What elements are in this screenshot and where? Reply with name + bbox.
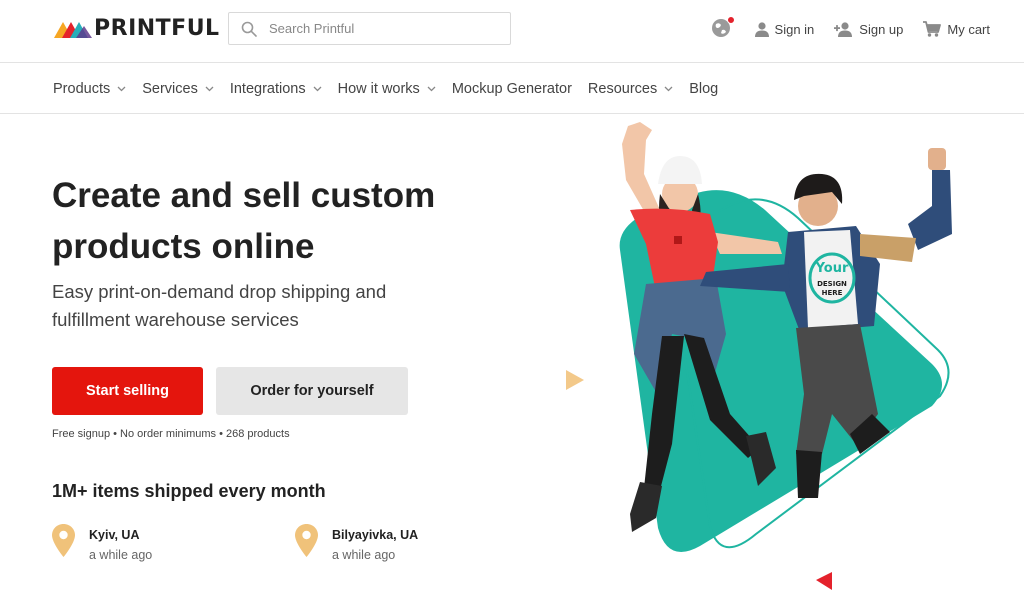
start-selling-button[interactable]: Start selling (52, 367, 203, 415)
location-name: Bilyayivka, UA (332, 528, 419, 542)
nav-blog-label: Blog (689, 81, 719, 97)
nav-products-label: Products (53, 81, 111, 97)
sign-up-link[interactable]: Sign up (834, 22, 903, 37)
location-time: a while ago (332, 548, 396, 562)
chevron-down-icon (117, 86, 126, 92)
user-icon (754, 21, 769, 37)
nav-products[interactable]: Products (53, 81, 126, 97)
map-pin-icon (295, 524, 318, 557)
nav-integrations[interactable]: Integrations (230, 81, 322, 97)
signup-note: Free signup • No order minimums • 268 pr… (52, 428, 290, 440)
nav-resources[interactable]: Resources (588, 81, 673, 97)
account-actions: Sign in Sign up My cart (711, 16, 990, 41)
decor-triangle-red (816, 572, 832, 590)
nav-mockup-generator-label: Mockup Generator (451, 81, 572, 97)
decor-triangle-yellow (566, 370, 584, 390)
location-time: a while ago (89, 548, 153, 562)
location-name: Kyiv, UA (89, 528, 140, 542)
nav-blog[interactable]: Blog (689, 81, 718, 97)
recent-order-location: Bilyayivka, UA a while ago (295, 524, 418, 564)
nav-mockup-generator[interactable]: Mockup Generator (452, 81, 572, 97)
chevron-down-icon (427, 86, 436, 92)
nav-resources-label: Resources (587, 81, 658, 97)
recent-order-location: Kyiv, UA a while ago (52, 524, 152, 564)
nav-services-label: Services (142, 81, 198, 97)
shirt-print-your: Your (815, 261, 849, 276)
chevron-down-icon (664, 86, 673, 92)
chevron-down-icon (313, 86, 322, 92)
search-input[interactable] (269, 21, 499, 36)
hero-subtitle: Easy print-on-demand drop shipping and f… (52, 281, 387, 330)
cart-link[interactable]: My cart (923, 21, 990, 37)
shirt-print-design: DESIGN (817, 280, 847, 288)
cart-label: My cart (947, 21, 990, 37)
nav-integrations-label: Integrations (229, 81, 306, 97)
notification-dot (726, 16, 735, 24)
cart-icon (923, 21, 942, 37)
search-box[interactable] (228, 12, 511, 45)
hero-illustration: Your DESIGN HERE (566, 122, 952, 590)
search-icon (241, 21, 257, 37)
order-for-yourself-button[interactable]: Order for yourself (216, 367, 408, 415)
map-pin-icon (52, 524, 75, 557)
chevron-down-icon (205, 86, 214, 92)
nav-how-it-works[interactable]: How it works (338, 81, 436, 97)
add-user-icon (834, 21, 853, 37)
region-selector[interactable] (711, 16, 735, 40)
main-nav: Products Services Integrations How it wo… (0, 64, 1024, 114)
sign-up-label: Sign up (859, 21, 904, 37)
top-bar: PRINTFUL Sign in (0, 0, 1024, 63)
logo-mark-icon (54, 22, 92, 38)
hero-title: Create and sell custom products online (52, 176, 436, 266)
logo-text: PRINTFUL (94, 16, 220, 41)
nav-services[interactable]: Services (142, 81, 214, 97)
sign-in-link[interactable]: Sign in (754, 21, 815, 37)
sign-in-label: Sign in (774, 21, 815, 37)
shirt-print-here: HERE (822, 289, 843, 297)
items-shipped-heading: 1M+ items shipped every month (52, 481, 326, 501)
nav-how-it-works-label: How it works (337, 81, 420, 97)
printful-logo[interactable]: PRINTFUL (54, 16, 220, 42)
